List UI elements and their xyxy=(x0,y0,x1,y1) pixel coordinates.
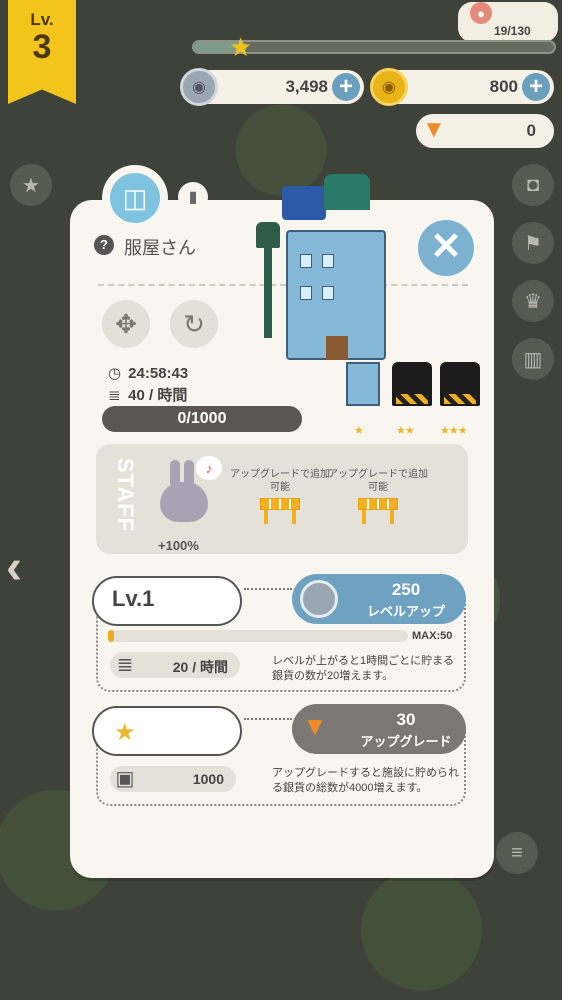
silver-currency: ◉ 3,498 + xyxy=(180,68,364,106)
xp-text: 19/130 xyxy=(494,24,531,38)
tier-1-preview xyxy=(344,362,384,414)
hat-decoration xyxy=(324,174,370,210)
dotted-connector xyxy=(244,588,292,590)
add-gold-button[interactable]: + xyxy=(522,73,550,101)
building-window xyxy=(322,254,334,268)
help-icon[interactable]: ? xyxy=(94,235,114,255)
ranking-icon[interactable]: ▥ xyxy=(512,338,554,380)
safe-icon: ▣ xyxy=(115,768,135,790)
rotate-icon: ↻ xyxy=(183,308,205,339)
coins-icon: ≣ xyxy=(108,387,121,404)
max-level: MAX:50 xyxy=(412,630,453,642)
barrier-leg xyxy=(264,510,268,524)
dotted-connector xyxy=(244,718,292,720)
staff-title: STAFF xyxy=(113,457,139,533)
building-body xyxy=(286,230,386,360)
upgrade-description: アップグレードすると施設に貯められる銀貨の総数が4000増えます。 xyxy=(272,767,459,794)
clothing-shop-building xyxy=(276,174,392,360)
capacity-bar: 0/1000 xyxy=(102,406,302,432)
staff-slot-2-text: アップグレードで追加可能 xyxy=(230,469,330,493)
level-label: Lv. xyxy=(30,10,54,29)
close-button[interactable]: ✕ xyxy=(418,220,474,276)
level-progress-bar xyxy=(108,630,408,642)
coins-icon: ≣ xyxy=(116,654,134,676)
building-window xyxy=(300,254,312,268)
income-rate: ≣ 20 / 時間 xyxy=(110,652,240,678)
barrier-stripe xyxy=(444,394,476,404)
gold-coin-icon: ◉ xyxy=(370,68,408,106)
carrot-currency: ▼ 0 xyxy=(416,114,554,148)
rotate-button[interactable]: ↻ xyxy=(170,300,218,348)
timer-value: 24:58:43 xyxy=(128,365,189,382)
silver-amount: 3,498 xyxy=(285,77,328,96)
tier-3-preview xyxy=(440,362,480,414)
storage-capacity: ▣ 1000 xyxy=(110,766,236,792)
storage-capacity-value: 1000 xyxy=(192,771,224,787)
tier-1-building xyxy=(346,362,380,406)
tier-1-stars: ★ xyxy=(354,425,364,437)
carrot-icon: ▼ xyxy=(302,711,328,741)
timer-row: ◷ 24:58:43 xyxy=(108,364,188,382)
tier-3-locked xyxy=(440,362,480,406)
shop-name: 服屋さん xyxy=(124,238,196,258)
silver-coin-icon: ◉ xyxy=(180,68,218,106)
bag-decoration xyxy=(282,186,326,220)
camera-icon[interactable]: ◘ xyxy=(512,164,554,206)
barrier-leg xyxy=(390,510,394,524)
barrier-stripe xyxy=(396,394,428,404)
shop-level: Lv.1 xyxy=(112,586,155,611)
street-lamp xyxy=(264,222,272,338)
upgrade-button[interactable]: ▼ 30 アップグレード xyxy=(292,704,466,754)
staff-bonus: +100% xyxy=(158,538,199,553)
level-progress-fill xyxy=(108,630,114,642)
level-up-button[interactable]: 250 レベルアップ xyxy=(292,574,466,624)
level-description: レベルが上がると1時間ごとに貯まる銀貨の数が20増えます。 xyxy=(272,655,455,682)
bunny-body xyxy=(160,482,208,522)
shop-bag-icon: ◫ xyxy=(110,173,160,223)
menu-icon[interactable]: ≡ xyxy=(496,832,538,874)
barrier-top xyxy=(358,498,398,510)
trophy-icon[interactable]: ♛ xyxy=(512,280,554,322)
music-note-icon: ♪ xyxy=(196,456,222,480)
income-rate-value: 20 / 時間 xyxy=(172,659,228,675)
carrot-icon: ▼ xyxy=(422,116,446,143)
clock-icon: ◷ xyxy=(108,365,122,382)
staff-slot-2-barrier-icon xyxy=(260,496,300,524)
barrier-top xyxy=(260,498,300,510)
upgrade-cost: 30 xyxy=(396,710,416,729)
building-window xyxy=(322,286,334,300)
level-up-cost: 250 xyxy=(391,580,421,599)
tier-2-preview xyxy=(392,362,432,414)
level-up-label: レベルアップ xyxy=(366,604,445,619)
move-icon: ✥ xyxy=(115,308,137,339)
tier-3-stars: ★★★ xyxy=(440,425,468,437)
barrier-leg xyxy=(362,510,366,524)
rate-value: 40 / 時間 xyxy=(128,387,188,404)
barrier-leg xyxy=(292,510,296,524)
staff-slot-3-text: アップグレードで追加可能 xyxy=(328,469,428,493)
tier-2-stars: ★★ xyxy=(396,425,415,437)
rate-row: ≣ 40 / 時間 xyxy=(108,384,187,405)
shop-tab[interactable]: ◫ xyxy=(102,165,168,231)
gold-amount: 800 xyxy=(489,77,518,96)
xp-star-icon: ★ xyxy=(229,32,253,62)
move-button[interactable]: ✥ xyxy=(102,300,150,348)
flag-icon[interactable]: ⚑ xyxy=(512,222,554,264)
player-level-badge: Lv. 3 xyxy=(8,0,76,104)
tier-2-locked xyxy=(392,362,432,406)
building-door xyxy=(326,336,348,360)
favorite-star-icon[interactable]: ★ xyxy=(10,164,52,206)
trash-icon[interactable]: ▮ xyxy=(178,182,208,212)
back-arrow-icon[interactable]: ‹ xyxy=(6,540,22,595)
carrot-amount: 0 xyxy=(526,121,536,140)
rabbit-avatar-icon: ● xyxy=(470,2,492,24)
gold-currency: ◉ 800 + xyxy=(370,68,554,106)
upgrade-label: アップグレード xyxy=(360,734,452,749)
staff-slot-3-barrier-icon xyxy=(358,496,398,524)
upgrade-star-icon: ★ xyxy=(114,719,136,746)
add-silver-button[interactable]: + xyxy=(332,73,360,101)
silver-coin-icon xyxy=(300,580,338,618)
level-number: 3 xyxy=(32,28,52,66)
building-window xyxy=(300,286,312,300)
